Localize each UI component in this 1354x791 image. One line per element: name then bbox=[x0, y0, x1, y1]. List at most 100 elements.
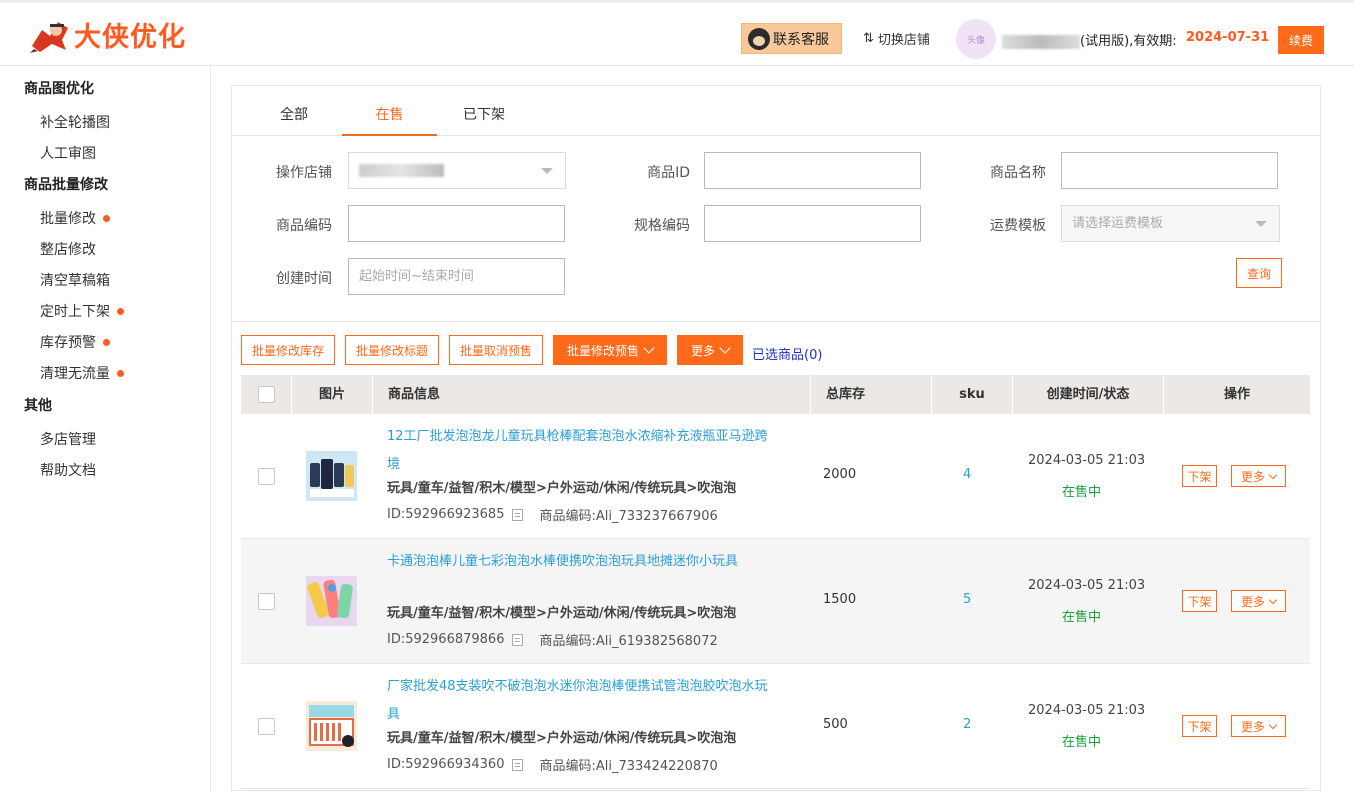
freight-template-select[interactable]: 请选择运费模板 bbox=[1061, 205, 1280, 242]
product-thumbnail[interactable] bbox=[306, 451, 357, 501]
sidebar-item-manual-review[interactable]: 人工审图 bbox=[40, 143, 96, 163]
shop-select[interactable] bbox=[348, 152, 566, 189]
header-created-status: 创建时间/状态 bbox=[1013, 375, 1164, 414]
product-status: 在售中 bbox=[1062, 485, 1102, 500]
select-all-checkbox[interactable] bbox=[258, 386, 275, 403]
product-title-link[interactable]: 12工厂批发泡泡龙儿童玩具枪棒配套泡泡水浓缩补充液瓶亚马逊跨境 bbox=[387, 423, 777, 479]
product-title-link[interactable]: 厂家批发48支装吹不破泡泡水迷你泡泡棒便携试管泡泡胶吹泡水玩具 bbox=[387, 673, 777, 729]
row-more-label: 更多 bbox=[1240, 594, 1265, 609]
sidebar-item-help-docs[interactable]: 帮助文档 bbox=[40, 460, 96, 480]
sidebar-item-label: 批量修改 bbox=[40, 211, 96, 227]
product-stock: 1500 bbox=[823, 592, 857, 607]
status-tabs: 全部 在售 已下架 bbox=[232, 86, 1320, 136]
product-created-time: 2024-03-05 21:03 bbox=[1028, 453, 1146, 468]
row-more-dropdown[interactable]: 更多 bbox=[1231, 715, 1286, 737]
selected-products-count[interactable]: 已选商品(0) bbox=[752, 344, 822, 363]
product-code-label: 商品编码 bbox=[276, 218, 332, 234]
product-thumbnail[interactable] bbox=[306, 576, 357, 626]
query-button[interactable]: 查询 bbox=[1236, 258, 1282, 288]
more-actions-dropdown[interactable]: 更多 bbox=[677, 335, 743, 365]
row-more-label: 更多 bbox=[1240, 719, 1265, 734]
batch-edit-presale-label: 批量修改预售 bbox=[566, 343, 639, 358]
notification-dot-icon bbox=[103, 214, 110, 222]
sidebar-item-label: 清空草稿箱 bbox=[40, 273, 110, 289]
sidebar-item-stock-alert[interactable]: 库存预警 bbox=[40, 332, 110, 352]
batch-edit-title-button[interactable]: 批量修改标题 bbox=[345, 335, 439, 365]
notification-dot-icon bbox=[103, 338, 110, 346]
tab-all[interactable]: 全部 bbox=[248, 86, 340, 136]
sidebar-item-label: 整店修改 bbox=[40, 242, 96, 258]
product-id-line: ID:592966879866 商品编码:Ali_619382568072 bbox=[387, 630, 718, 649]
product-title-link[interactable]: 卡通泡泡棒儿童七彩泡泡水棒便携吹泡泡玩具地摊迷你小玩具 bbox=[387, 548, 777, 576]
batch-cancel-presale-button[interactable]: 批量取消预售 bbox=[449, 335, 543, 365]
user-avatar[interactable]: 头像 bbox=[956, 19, 996, 59]
product-code-input[interactable] bbox=[348, 205, 565, 242]
tab-on-sale[interactable]: 在售 bbox=[342, 86, 437, 136]
notification-dot-icon bbox=[117, 307, 124, 315]
contact-service-button[interactable]: 联系客服 bbox=[741, 23, 842, 54]
header-total-stock: 总库存 bbox=[811, 375, 932, 414]
user-plan-text: (试用版),有效期: bbox=[1080, 34, 1177, 49]
user-name-redacted bbox=[1002, 34, 1080, 49]
switch-shop-link[interactable]: ⇅ 切换店铺 bbox=[863, 29, 930, 48]
created-time-range-input[interactable]: 起始时间~结束时间 bbox=[348, 258, 565, 295]
product-id: ID:592966934360 bbox=[387, 757, 505, 772]
product-sku-count[interactable]: 4 bbox=[963, 467, 971, 482]
header-sku: sku bbox=[932, 375, 1013, 414]
more-actions-label: 更多 bbox=[690, 343, 715, 358]
product-status: 在售中 bbox=[1062, 735, 1102, 750]
sidebar-item-clean-no-traffic[interactable]: 清理无流量 bbox=[40, 363, 124, 383]
shop-name-redacted bbox=[359, 164, 444, 177]
copy-icon[interactable] bbox=[512, 508, 524, 521]
tab-delisted[interactable]: 已下架 bbox=[438, 86, 530, 136]
copy-icon[interactable] bbox=[512, 633, 524, 646]
delist-button[interactable]: 下架 bbox=[1182, 465, 1217, 487]
sidebar-item-label: 定时上下架 bbox=[40, 304, 110, 320]
chevron-down-icon bbox=[541, 168, 553, 174]
expiry-date: 2024-07-31 bbox=[1186, 30, 1270, 45]
sidebar-item-complete-carousel[interactable]: 补全轮播图 bbox=[40, 112, 110, 132]
product-id: ID:592966923685 bbox=[387, 507, 505, 522]
renew-button[interactable]: 续费 bbox=[1278, 26, 1324, 54]
delist-button[interactable]: 下架 bbox=[1182, 715, 1217, 737]
batch-edit-stock-button[interactable]: 批量修改库存 bbox=[241, 335, 335, 365]
product-created-time: 2024-03-05 21:03 bbox=[1028, 578, 1146, 593]
product-category: 玩具/童车/益智/积木/模型>户外运动/休闲/传统玩具>吹泡泡 bbox=[387, 731, 737, 746]
sidebar-group-batch-edit: 商品批量修改 bbox=[24, 177, 108, 193]
product-category: 玩具/童车/益智/积木/模型>户外运动/休闲/传统玩具>吹泡泡 bbox=[387, 606, 737, 621]
product-code: 商品编码:Ali_733237667906 bbox=[539, 509, 718, 524]
products-table: 图片 商品信息 总库存 sku 创建时间/状态 操作 12工厂批发泡泡龙儿童玩具… bbox=[241, 375, 1310, 789]
header-image: 图片 bbox=[292, 375, 373, 414]
switch-arrows-icon: ⇅ bbox=[863, 31, 874, 46]
product-thumbnail[interactable] bbox=[306, 701, 357, 751]
product-sku-count[interactable]: 2 bbox=[963, 717, 971, 732]
row-more-label: 更多 bbox=[1240, 469, 1265, 484]
row-select-checkbox[interactable] bbox=[258, 718, 275, 735]
sidebar-item-shop-edit[interactable]: 整店修改 bbox=[40, 239, 96, 259]
sidebar-item-scheduled-listing[interactable]: 定时上下架 bbox=[40, 301, 124, 321]
sidebar: 商品图优化 补全轮播图 人工审图 商品批量修改 批量修改 整店修改 清空草稿箱 … bbox=[0, 66, 211, 791]
sidebar-item-clear-drafts[interactable]: 清空草稿箱 bbox=[40, 270, 110, 290]
sidebar-item-multi-shop[interactable]: 多店管理 bbox=[40, 429, 96, 449]
spec-code-input[interactable] bbox=[704, 205, 921, 242]
section-divider bbox=[232, 321, 1320, 322]
row-more-dropdown[interactable]: 更多 bbox=[1231, 590, 1286, 612]
chevron-down-icon bbox=[1255, 221, 1267, 227]
user-info: (试用版),有效期: bbox=[1002, 30, 1177, 49]
row-more-dropdown[interactable]: 更多 bbox=[1231, 465, 1286, 487]
sidebar-item-batch-edit[interactable]: 批量修改 bbox=[40, 208, 110, 228]
logo-text: 大侠优化 bbox=[74, 22, 186, 53]
row-select-checkbox[interactable] bbox=[258, 468, 275, 485]
header-select-cell bbox=[241, 375, 292, 414]
product-sku-count[interactable]: 5 bbox=[963, 592, 971, 607]
batch-edit-presale-dropdown[interactable]: 批量修改预售 bbox=[553, 335, 667, 365]
row-select-checkbox[interactable] bbox=[258, 593, 275, 610]
chevron-down-icon bbox=[719, 342, 731, 354]
delist-button[interactable]: 下架 bbox=[1182, 590, 1217, 612]
product-id-input[interactable] bbox=[704, 152, 921, 189]
table-row: 卡通泡泡棒儿童七彩泡泡水棒便携吹泡泡玩具地摊迷你小玩具 玩具/童车/益智/积木/… bbox=[241, 539, 1310, 664]
app-logo[interactable]: 大侠优化 bbox=[28, 15, 186, 54]
product-name-input[interactable] bbox=[1061, 152, 1278, 189]
sidebar-item-label: 多店管理 bbox=[40, 432, 96, 448]
copy-icon[interactable] bbox=[512, 758, 524, 771]
